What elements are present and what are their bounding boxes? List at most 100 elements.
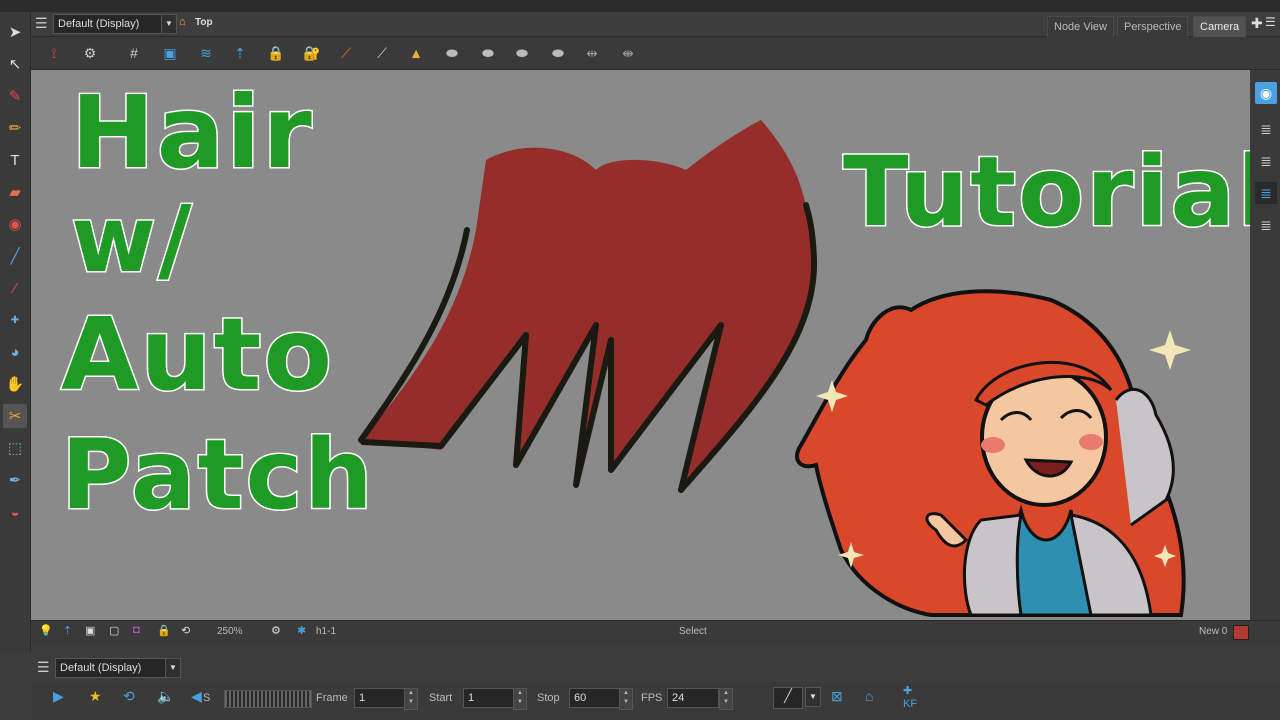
- speed-slider[interactable]: [224, 690, 312, 708]
- loop-icon[interactable]: ⟲: [123, 688, 135, 705]
- eye-icon[interactable]: ◉: [1255, 82, 1277, 104]
- stroke-icon[interactable]: ✒: [3, 468, 27, 492]
- light-icon[interactable]: 💡: [39, 624, 53, 637]
- contour-editor-icon[interactable]: ↖: [3, 52, 27, 76]
- lock-all-icon[interactable]: 🔐: [301, 43, 323, 63]
- ease-icon[interactable]: ⊠: [831, 688, 843, 705]
- select-arrow-icon[interactable]: ➤: [3, 20, 27, 44]
- title-tutorial: Tutorial: [841, 135, 1250, 250]
- stop-label: Stop: [537, 692, 560, 704]
- add-view-icon[interactable]: ✚: [1251, 15, 1263, 32]
- menu-icon[interactable]: ☰: [35, 15, 48, 32]
- mask-icon[interactable]: ◘: [133, 624, 140, 636]
- chevron-down-icon[interactable]: ▼: [161, 14, 177, 34]
- layers-icon[interactable]: ≣: [1255, 118, 1277, 140]
- gear-status-icon[interactable]: ⚙: [271, 624, 281, 637]
- sound-scrub-icon[interactable]: ◀: [191, 688, 202, 705]
- line-icon[interactable]: ╱: [3, 244, 27, 268]
- cutter-icon[interactable]: ✂: [3, 404, 27, 428]
- brush-icon[interactable]: ✎: [3, 84, 27, 108]
- timeline-mode-dropdown[interactable]: Default (Display): [55, 658, 169, 678]
- pencil-icon[interactable]: ✏: [3, 116, 27, 140]
- fps-label: FPS: [641, 692, 663, 704]
- title-auto: Auto: [59, 296, 335, 413]
- interpolation-dropdown[interactable]: ╱: [773, 687, 803, 709]
- safe-area-icon[interactable]: ▣: [159, 43, 181, 63]
- pane-menu-icon[interactable]: ☰: [1265, 15, 1276, 29]
- ink-icon[interactable]: ◒: [3, 500, 27, 524]
- add-keyframe-label[interactable]: KF: [903, 698, 917, 710]
- tab-node-view[interactable]: Node View: [1047, 16, 1114, 37]
- safe-frame-icon[interactable]: ▢: [109, 624, 119, 637]
- ruler-icon[interactable]: ⟋: [335, 43, 357, 63]
- pin-icon[interactable]: ⟟: [43, 43, 65, 63]
- stop-spinner[interactable]: ▲ ▼: [619, 688, 633, 710]
- play-icon[interactable]: ▶: [53, 688, 64, 705]
- color-swatch[interactable]: [1233, 625, 1249, 640]
- frame-input[interactable]: 1: [354, 688, 406, 708]
- start-input[interactable]: 1: [463, 688, 515, 708]
- stop-input[interactable]: 60: [569, 688, 621, 708]
- breadcrumb[interactable]: Top: [195, 17, 213, 28]
- frame-icon[interactable]: ▣: [85, 624, 95, 637]
- title-hair: Hair: [70, 74, 314, 191]
- flip-horizontal-icon[interactable]: ⇹: [581, 43, 603, 63]
- camera-view-toolbar: ⟟ ⚙ # ▣ ≋ ⇡ 🔒 🔐 ⟋ ⟋ ▲ ⬬ ⬬ ⬬ ⬬ ⇹ ⇼: [31, 37, 1280, 70]
- right-toolbar: ◉ ≣ ≣ ≣ ≣: [1251, 70, 1280, 620]
- morph-icon[interactable]: ◕: [3, 340, 27, 364]
- tools-toolbar: ➤ ↖ ✎ ✏ T ▰ ◉ ╱ ⁄ ✚ ◕ ✋ ✂ ⬚ ✒ ◒: [0, 12, 31, 652]
- timeline-header: ☰ Default (Display) ▼: [31, 656, 1280, 680]
- tab-perspective[interactable]: Perspective: [1117, 16, 1189, 37]
- layer-stack-4-icon[interactable]: ⬬: [547, 43, 569, 63]
- start-spinner[interactable]: ▲ ▼: [513, 688, 527, 710]
- settings-gear-icon[interactable]: ⚙: [79, 43, 101, 63]
- view-mode-dropdown[interactable]: Default (Display): [53, 14, 163, 34]
- timeline-toolbar: ▶ ★ ⟲ 🔈 ◀ S Frame 1 ▲ ▼ Start 1 ▲ ▼ Stop 6…: [31, 682, 1280, 720]
- dropper-icon[interactable]: ⁄: [3, 276, 27, 300]
- reset-view-icon[interactable]: ⟲: [181, 624, 190, 637]
- fps-spinner[interactable]: ▲ ▼: [719, 688, 733, 710]
- cone-icon[interactable]: ▲: [405, 43, 427, 63]
- character-illustration: [795, 289, 1186, 617]
- measure-icon[interactable]: ⟋: [371, 43, 393, 63]
- grid-icon[interactable]: #: [123, 43, 145, 63]
- sound-scrub-label: S: [203, 692, 211, 704]
- timeline-chevron-down-icon[interactable]: ▼: [165, 658, 181, 678]
- sparkle: [1149, 330, 1191, 370]
- current-tool: Select: [679, 626, 707, 637]
- view-status-bar: 💡 ⇡ ▣ ▢ ◘ 🔒 ⟲ 250% ⚙ ✱ h1-1 Select New 0: [31, 620, 1280, 643]
- paint-bucket-icon[interactable]: ◉: [3, 212, 27, 236]
- transform-icon[interactable]: ⬚: [3, 436, 27, 460]
- view-header: ☰ Default (Display) ▼ ⌂ Top Node View Pe…: [31, 12, 1280, 37]
- title-with: w/: [70, 186, 194, 293]
- add-keyframe-icon[interactable]: ✚: [903, 684, 912, 697]
- onion-skin-icon[interactable]: ≋: [195, 43, 217, 63]
- pivot-icon[interactable]: ✚: [3, 308, 27, 332]
- camera-icon[interactable]: ⌂: [865, 688, 873, 704]
- hand-icon[interactable]: ✋: [3, 372, 27, 396]
- frame-label: Frame: [316, 692, 348, 704]
- top-strip: [0, 0, 1280, 12]
- layer-stack-3-icon[interactable]: ⬬: [511, 43, 533, 63]
- layers-2-icon[interactable]: ≣: [1255, 150, 1277, 172]
- layers-3-icon[interactable]: ≣: [1255, 214, 1277, 236]
- layer-stack-1-icon[interactable]: ⬬: [441, 43, 463, 63]
- timeline-menu-icon[interactable]: ☰: [37, 659, 50, 676]
- fps-input[interactable]: 24: [667, 688, 719, 708]
- camera-canvas[interactable]: Hair w/ Auto Patch Tutorial: [31, 70, 1250, 620]
- lock-icon[interactable]: 🔒: [265, 43, 287, 63]
- up-icon[interactable]: ⇡: [63, 624, 72, 637]
- interpolation-chevron-icon[interactable]: ▼: [805, 687, 821, 707]
- layer-stack-2-icon[interactable]: ⬬: [477, 43, 499, 63]
- layers-active-icon[interactable]: ≣: [1255, 182, 1277, 204]
- sound-icon[interactable]: 🔈: [157, 688, 174, 705]
- eraser-icon[interactable]: ▰: [3, 180, 27, 204]
- play-selection-icon[interactable]: ★: [89, 688, 102, 705]
- status-lock-icon[interactable]: 🔒: [157, 624, 171, 637]
- text-icon[interactable]: T: [3, 148, 27, 172]
- light-table-icon[interactable]: ⇡: [229, 43, 251, 63]
- flip-vertical-icon[interactable]: ⇼: [617, 43, 639, 63]
- tab-camera[interactable]: Camera: [1193, 16, 1247, 37]
- zoom-level[interactable]: 250%: [217, 626, 243, 637]
- frame-spinner[interactable]: ▲ ▼: [404, 688, 418, 710]
